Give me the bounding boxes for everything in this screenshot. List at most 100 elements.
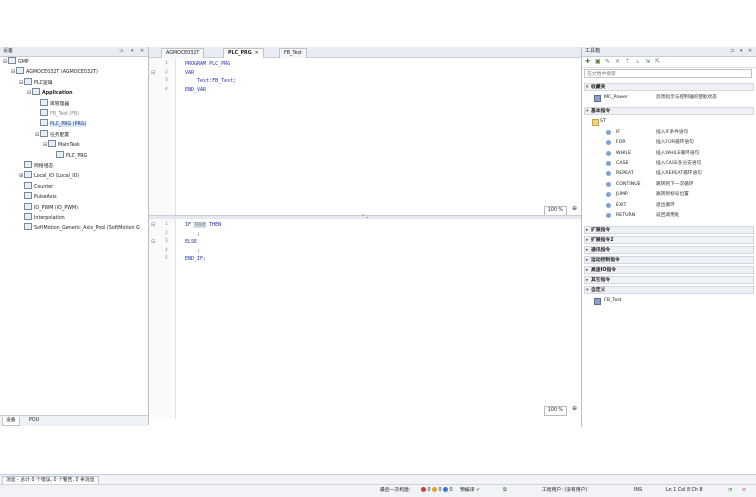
tree-node[interactable]: 库管理器 [35,98,70,108]
delete-icon[interactable]: ✕ [615,58,620,65]
tree-node-label: 库管理器 [50,101,70,107]
zoom-level-bottom[interactable]: 100 % [543,406,567,416]
add-folder-icon[interactable]: ▣ [595,58,601,65]
tree-node[interactable]: Interpolation [19,213,65,222]
tree-node[interactable]: ⊞ Local_IO (Local_IO) [19,171,79,180]
device-tree[interactable]: ⊟ GMP ⊟ AGMOCE032T (AGMOCE032T) ⊟ PLC逻辑 ⊟ Appli… [0,57,148,407]
toolbox-item[interactable]: FOR 插入FOR循环语句 [582,138,752,147]
instruction-icon [606,171,611,177]
tab-pou[interactable]: POU [26,417,42,425]
node-icon [40,129,48,137]
help-icon[interactable]: ◔ [728,487,732,495]
tree-node[interactable]: IO_PWM (IO_PWM) [19,202,78,212]
toolbox-item[interactable]: ST [582,117,752,127]
toolbox-item[interactable]: REPEAT 插入REPEAT循环语句 [582,169,752,178]
toolbox-section[interactable]: ▾ 基本指令 [584,107,754,116]
tree-node[interactable]: FB_Test (FB) [35,109,79,118]
code-line[interactable]: IF TRUE THEN [185,222,221,228]
line-number: 3 [165,78,168,83]
edit-icon[interactable]: ✎ [605,58,610,65]
toolbox-section[interactable]: ▸ 高速IO指令 [584,266,754,275]
tree-node[interactable]: ⊟ 任务配置 [35,129,69,139]
toolbox-section[interactable]: ▸ 其它指令 [584,276,754,285]
fold-icon[interactable]: ⊟ [151,239,155,245]
instruction-icon [606,161,611,166]
toolbox-section[interactable]: ▾ 收藏夹 [584,83,754,91]
line-number: 3 [165,239,168,244]
project-user: 工程用户: (没有用户) [542,488,588,493]
toolbox-item[interactable]: RETURN 返回调用处 [582,211,752,220]
stop-icon[interactable]: ⊘ [742,487,746,495]
code-line[interactable]: END_VAR [185,87,206,93]
code-line[interactable]: END_IF; [185,256,206,262]
collapse-icon: ▸ [586,228,589,234]
tree-node[interactable]: PLC_PRG (PRG) [35,119,87,128]
toolbox-section[interactable]: ▸ 扩展指令 [584,226,754,235]
toolbox-item[interactable]: MC_Power 反馈指示与控制轴的使能状态 [582,93,752,102]
tree-node[interactable]: PulseAxis [19,192,57,201]
code-line[interactable]: ; [185,231,200,237]
error-count[interactable]: 0 [421,487,431,495]
toolbox-item[interactable]: EXIT 退出循环 [582,201,752,210]
online-icon[interactable]: ⧉ [503,487,506,495]
device-panel-title: 设备 [3,48,14,54]
close-icon[interactable]: ✕ [140,47,144,56]
move-down-icon[interactable]: ⇣ [635,58,640,65]
tree-node[interactable]: ⊟ AGMOCE032T (AGMOCE032T) [11,67,98,76]
toolbox-item[interactable]: JUMP 跳转到标号位置 [582,190,752,199]
tree-node[interactable]: SoftMotion_Generic_Axis_Pool (SoftMotion… [19,223,140,232]
toolbox-section[interactable]: ▸ 扩展指令2 [584,236,754,245]
line-number: 2 [165,69,168,75]
tree-node[interactable]: ⊟ PLC逻辑 [19,77,53,87]
tree-node[interactable]: ⊟ MainTask [43,140,80,149]
toolbox-item[interactable]: IF 插入IF条件语句 [582,128,752,137]
pin-icon[interactable]: ⊐ [119,47,123,56]
tab-fb-test[interactable]: FB_Test [279,48,307,58]
tree-node[interactable]: PLC_PRG [51,150,87,160]
dropdown-icon[interactable]: ▾ [131,47,134,56]
export-icon[interactable]: ⇱ [655,58,660,65]
precompile-status[interactable]: 预编译 ✔ [460,487,480,495]
move-up-icon[interactable]: ⇡ [625,58,630,65]
toolbox-section[interactable]: ▸ 通讯指令 [584,246,754,255]
tree-node[interactable]: ⊟ Application [27,88,73,97]
implementation-pane[interactable]: ⊟ 1 IF TRUE THEN 2 ; ⊟ 3 ELSE 4 ; 5 END_IF; 100 %… [149,219,581,419]
device-panel: 设备 ⊐ ▾ ✕ ⊟ GMP ⊟ AGMOCE032T (AGMOCE032T) ⊟ PL… [0,47,149,426]
code-line[interactable]: ; [185,248,200,254]
info-count[interactable]: 0 [443,487,453,495]
close-icon[interactable]: ✕ [748,47,752,56]
code-line[interactable]: Test:FB_Test; [185,78,236,84]
node-icon [24,202,32,210]
code-line[interactable]: VAR [185,70,194,76]
add-icon[interactable]: ✚ [585,58,590,65]
toolbox-section[interactable]: ▾ 自定义 [584,286,754,295]
toolbox-item[interactable]: WHILE 插入WHILE循环语句 [582,149,752,158]
tab-plc-prg[interactable]: PLC_PRG ✕ [223,48,264,58]
declaration-pane[interactable]: 1 PROGRAM PLC_PRG ⊟ 2 VAR 3 Test:FB_Test; 4 END… [149,58,581,216]
warning-count[interactable]: 0 [432,487,442,495]
tree-node[interactable]: 网络组态 [19,161,53,170]
dropdown-icon[interactable]: ▾ [740,47,743,56]
tree-node[interactable]: ⊟ GMP [3,57,29,66]
collapse-icon: ▾ [586,85,589,90]
toolbox-section[interactable]: ▸ 运动控制指令 [584,256,754,265]
tab-devices[interactable]: 设备 [2,417,20,426]
toolbox-item[interactable]: CONTINUE 跳转到下一次循环 [582,180,752,189]
toolbox-item[interactable]: CASE 插入CASE多分支语句 [582,159,752,168]
fold-icon[interactable]: ⊟ [151,70,155,76]
tree-node-label: PLC_PRG (PRG) [50,122,87,128]
toolbox-search-input[interactable]: 在文档中搜索 [584,69,752,78]
fold-icon[interactable]: ⊟ [151,222,155,228]
zoom-icon[interactable]: ⊕ [572,205,577,212]
code-line[interactable]: PROGRAM PLC_PRG [185,61,230,67]
pin-icon[interactable]: ⊐ [730,47,734,56]
toolbox-item[interactable]: FB_Test [582,296,752,306]
tree-node-label: PulseAxis [34,195,57,201]
import-icon[interactable]: ⇲ [645,58,650,65]
close-tab-icon[interactable]: ✕ [255,51,259,56]
code-line[interactable]: ELSE [185,239,197,245]
zoom-icon-bottom[interactable]: ⊕ [572,405,577,412]
tab-agmoce032t[interactable]: AGMOCE032T [161,48,205,58]
node-icon [40,98,48,106]
tree-node[interactable]: Counter [19,181,53,191]
